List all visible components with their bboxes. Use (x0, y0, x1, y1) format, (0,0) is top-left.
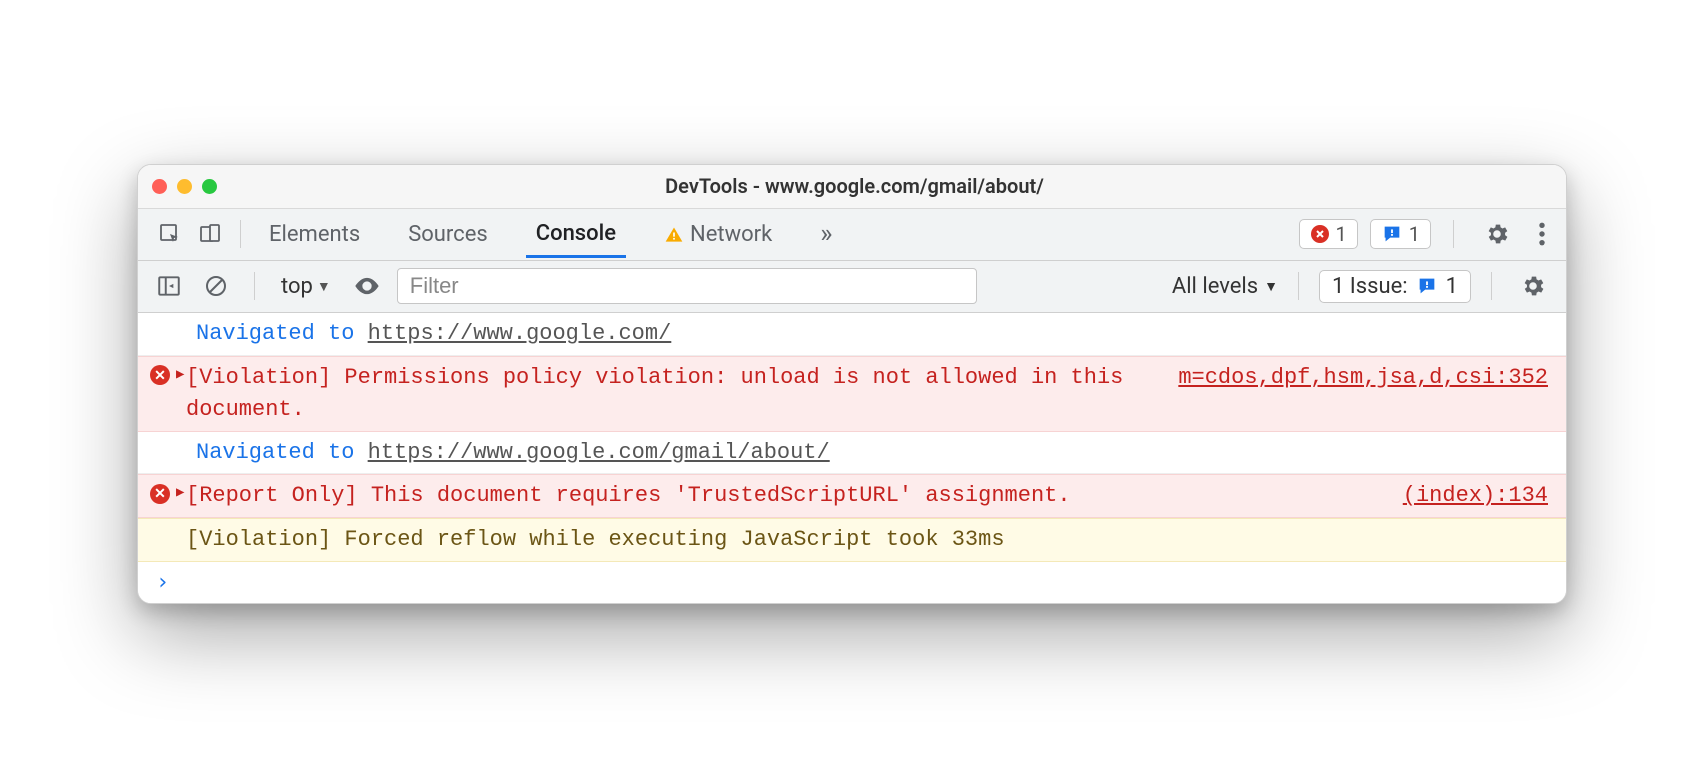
log-row-navigation: Navigated to https://www.google.com/gmai… (138, 432, 1566, 475)
expand-arrow-icon[interactable]: ▶ (176, 365, 188, 385)
close-window-button[interactable] (152, 179, 167, 194)
window-title: DevTools - www.google.com/gmail/about/ (217, 174, 1492, 198)
nav-prefix: Navigated to (196, 440, 368, 465)
error-icon: ✕ (150, 484, 170, 504)
sidebar-icon (156, 273, 182, 299)
context-selector[interactable]: top ▼ (275, 274, 337, 299)
console-settings-button[interactable] (1512, 269, 1554, 303)
open-issues-button[interactable]: 1 Issue: 1 (1319, 270, 1471, 303)
console-log: Navigated to https://www.google.com/ ✕ ▶… (138, 313, 1566, 603)
inspect-element-icon[interactable] (150, 216, 190, 252)
tab-sources[interactable]: Sources (398, 212, 498, 256)
console-toolbar: top ▼ All levels ▼ 1 Issue: 1 (138, 261, 1566, 313)
window-controls (152, 179, 217, 194)
separator (1453, 220, 1454, 248)
tab-network-label: Network (690, 222, 772, 247)
tab-elements[interactable]: Elements (259, 212, 370, 256)
nav-url-link[interactable]: https://www.google.com/gmail/about/ (368, 440, 830, 465)
log-levels-selector[interactable]: All levels ▼ (1172, 274, 1278, 299)
show-console-sidebar-button[interactable] (150, 269, 188, 303)
chevron-down-icon: ▼ (317, 278, 331, 295)
separator (1298, 272, 1299, 300)
error-icon (1310, 224, 1330, 244)
panel-tabs: Elements Sources Console Network » (259, 211, 842, 258)
context-label: top (281, 274, 313, 299)
main-tabbar: Elements Sources Console Network » 1 1 (138, 209, 1566, 261)
log-source-link[interactable]: m=cdos,dpf,hsm,jsa,d,csi:352 (1178, 362, 1548, 394)
tab-console[interactable]: Console (526, 211, 626, 258)
issue-icon (1416, 275, 1438, 297)
errors-count: 1 (1336, 222, 1347, 246)
errors-badge[interactable]: 1 (1299, 219, 1358, 249)
separator (1491, 272, 1492, 300)
devtools-window: DevTools - www.google.com/gmail/about/ E… (137, 164, 1567, 604)
log-message: [Violation] Forced reflow while executin… (186, 524, 1548, 556)
warning-icon (664, 225, 684, 245)
zoom-window-button[interactable] (202, 179, 217, 194)
log-message: [Violation] Permissions policy violation… (186, 362, 1154, 426)
issue-icon (1381, 223, 1403, 245)
log-row-violation: [Violation] Forced reflow while executin… (138, 518, 1566, 562)
kebab-icon (1538, 221, 1546, 247)
levels-label: All levels (1172, 274, 1258, 299)
live-expression-button[interactable] (347, 275, 387, 297)
chevron-down-icon: ▼ (1264, 278, 1278, 295)
settings-button[interactable] (1476, 217, 1518, 251)
nav-url-link[interactable]: https://www.google.com/ (368, 321, 672, 346)
issues-btn-label: 1 Issue: (1332, 274, 1408, 299)
more-options-button[interactable] (1530, 217, 1554, 251)
log-row-error: ✕ ▶ [Violation] Permissions policy viola… (138, 356, 1566, 432)
issues-badge[interactable]: 1 (1370, 219, 1431, 249)
issues-count: 1 (1409, 222, 1420, 246)
clear-console-button[interactable] (198, 270, 234, 302)
filter-input[interactable] (397, 268, 977, 304)
console-prompt[interactable]: › (138, 562, 1566, 603)
separator (254, 272, 255, 300)
titlebar: DevTools - www.google.com/gmail/about/ (138, 165, 1566, 209)
log-message: [Report Only] This document requires 'Tr… (186, 480, 1379, 512)
eye-icon (353, 275, 381, 297)
log-row-error: ✕ ▶ [Report Only] This document requires… (138, 474, 1566, 518)
more-tabs-button[interactable]: » (810, 219, 842, 249)
device-toolbar-icon[interactable] (190, 216, 230, 252)
clear-icon (204, 274, 228, 298)
separator (240, 220, 241, 248)
prompt-chevron-icon: › (156, 570, 169, 595)
error-icon: ✕ (150, 365, 170, 385)
log-row-navigation: Navigated to https://www.google.com/ (138, 313, 1566, 356)
issues-btn-count: 1 (1446, 274, 1458, 299)
gear-icon (1520, 273, 1546, 299)
gear-icon (1484, 221, 1510, 247)
log-source-link[interactable]: (index):134 (1403, 480, 1548, 512)
tab-network[interactable]: Network (654, 212, 782, 256)
nav-prefix: Navigated to (196, 321, 368, 346)
minimize-window-button[interactable] (177, 179, 192, 194)
expand-arrow-icon[interactable]: ▶ (176, 483, 188, 503)
